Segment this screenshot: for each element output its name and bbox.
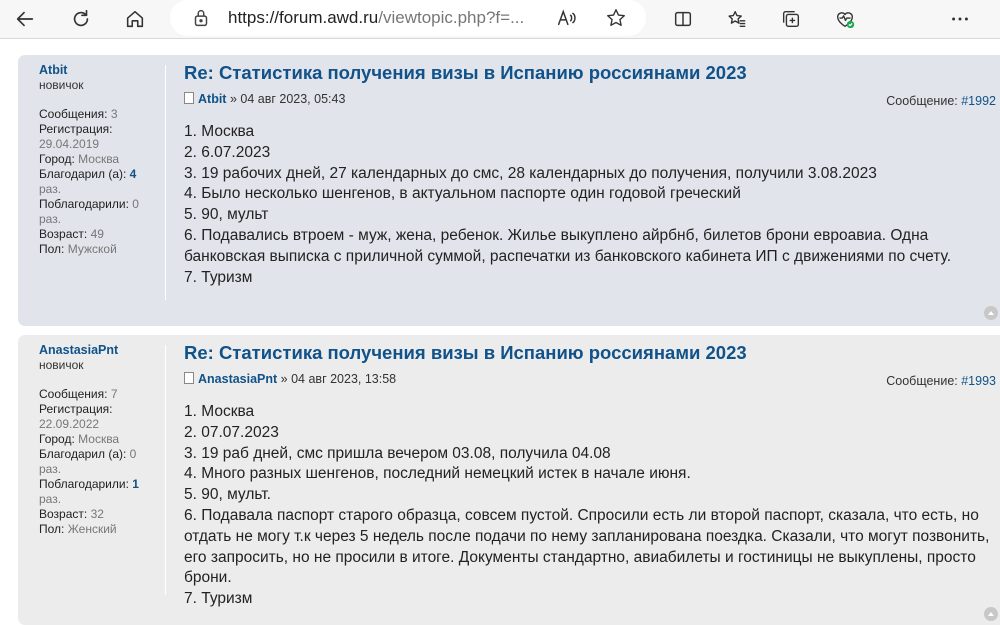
stat-value: 0 bbox=[129, 447, 137, 461]
address-bar[interactable]: https://forum.awd.ru/viewtopic.php?f=... bbox=[170, 0, 646, 36]
content-line: 3. 19 раб дней, смс пришла вечером 03.08… bbox=[184, 444, 611, 462]
post-meta: Atbit » 04 авг 2023, 05:43 Сообщение: #1… bbox=[184, 92, 996, 108]
stat-value[interactable]: 3 bbox=[111, 107, 118, 121]
post-document-icon[interactable] bbox=[184, 92, 194, 104]
stat-label: Поблагодарили: bbox=[39, 477, 129, 491]
content-line: 6. Подавались втроем - муж, жена, ребено… bbox=[184, 226, 952, 265]
profile-divider bbox=[165, 65, 166, 300]
back-to-top-icon[interactable] bbox=[984, 306, 998, 320]
stat-value: 32 bbox=[90, 507, 104, 521]
favorites-icon[interactable] bbox=[722, 4, 752, 34]
post-title[interactable]: Re: Статистика получения визы в Испанию … bbox=[184, 62, 996, 84]
post-content: 1. Москва 2. 07.07.2023 3. 19 раб дней, … bbox=[184, 402, 996, 610]
collections-icon[interactable] bbox=[776, 4, 806, 34]
stat-unit: раз. bbox=[39, 182, 62, 196]
message-label: Сообщение: bbox=[886, 374, 962, 388]
username-link[interactable]: Atbit bbox=[39, 63, 165, 78]
post-date: » 04 авг 2023, 13:58 bbox=[277, 372, 397, 386]
stat-value[interactable]: 1 bbox=[132, 477, 139, 491]
message-number: Сообщение: #1992 bbox=[886, 94, 996, 108]
message-number-link[interactable]: #1993 bbox=[961, 374, 996, 388]
post-body: Re: Статистика получения визы в Испанию … bbox=[184, 342, 996, 610]
stat-label: Регистрация: bbox=[39, 122, 113, 136]
back-icon[interactable] bbox=[10, 4, 40, 34]
stat-unit: раз. bbox=[39, 212, 62, 226]
more-icon[interactable] bbox=[945, 4, 975, 34]
message-number: Сообщение: #1993 bbox=[886, 374, 996, 388]
message-label: Сообщение: bbox=[886, 94, 962, 108]
read-aloud-icon[interactable] bbox=[554, 6, 578, 30]
stat-value: Женский bbox=[67, 522, 117, 536]
stat-value: Москва bbox=[78, 432, 120, 446]
stat-label: Благодарил (а): bbox=[39, 167, 127, 181]
post-document-icon[interactable] bbox=[184, 372, 194, 384]
post-body: Re: Статистика получения визы в Испанию … bbox=[184, 62, 996, 288]
stat-label: Благодарил (а): bbox=[39, 447, 127, 461]
post-author-link[interactable]: Atbit bbox=[198, 92, 226, 106]
browser-toolbar: https://forum.awd.ru/viewtopic.php?f=... bbox=[0, 0, 1000, 38]
stat-label: Регистрация: bbox=[39, 402, 113, 416]
content-line: 3. 19 рабочих дней, 27 календарных до см… bbox=[184, 164, 877, 182]
stat-unit: раз. bbox=[39, 462, 62, 476]
profile-divider bbox=[165, 345, 166, 595]
post-meta: AnastasiaPnt » 04 авг 2023, 13:58 Сообще… bbox=[184, 372, 996, 388]
home-icon[interactable] bbox=[120, 4, 150, 34]
back-to-top-icon[interactable] bbox=[984, 607, 998, 621]
stat-value: 22.09.2022 bbox=[39, 417, 100, 431]
content-line: 2. 07.07.2023 bbox=[184, 423, 279, 441]
stat-value: 49 bbox=[90, 227, 104, 241]
post-date: » 04 авг 2023, 05:43 bbox=[226, 92, 346, 106]
stat-label: Поблагодарили: bbox=[39, 197, 129, 211]
user-rank: новичок bbox=[39, 78, 84, 92]
post-title[interactable]: Re: Статистика получения визы в Испанию … bbox=[184, 342, 996, 364]
stat-value: Москва bbox=[78, 152, 120, 166]
post-author-link[interactable]: AnastasiaPnt bbox=[198, 372, 277, 386]
stat-label: Пол: bbox=[39, 522, 65, 536]
content-line: 1. Москва bbox=[184, 123, 255, 140]
toolbar-divider bbox=[0, 38, 1000, 42]
stat-label: Пол: bbox=[39, 242, 65, 256]
stat-label: Сообщения: bbox=[39, 107, 108, 121]
stat-unit: раз. bbox=[39, 492, 62, 506]
post-profile: Atbit новичок Сообщения: 3 Регистрация: … bbox=[39, 63, 165, 257]
url-text[interactable]: https://forum.awd.ru/viewtopic.php?f=... bbox=[228, 8, 524, 28]
stat-label: Город: bbox=[39, 152, 75, 166]
stat-value: Мужской bbox=[67, 242, 117, 256]
favorite-star-icon[interactable] bbox=[604, 6, 628, 30]
content-line: 4. Много разных шенгенов, последний неме… bbox=[184, 465, 691, 483]
content-line: 7. Туризм bbox=[184, 590, 253, 608]
stat-label: Возраст: bbox=[39, 507, 88, 521]
user-rank: новичок bbox=[39, 358, 84, 372]
content-line: 7. Туризм bbox=[184, 268, 253, 286]
post-profile: AnastasiaPnt новичок Сообщения: 7 Регист… bbox=[39, 343, 165, 537]
stat-value: 29.04.2019 bbox=[39, 137, 100, 151]
content-line: 1. Москва bbox=[184, 403, 255, 420]
stat-label: Возраст: bbox=[39, 227, 88, 241]
content-line: 6. Подавала паспорт старого образца, сов… bbox=[184, 506, 990, 587]
lock-icon[interactable] bbox=[190, 7, 212, 29]
content-line: 2. 6.07.2023 bbox=[184, 143, 271, 161]
browser-essentials-icon[interactable] bbox=[830, 4, 860, 34]
refresh-icon[interactable] bbox=[66, 4, 96, 34]
stat-value[interactable]: 7 bbox=[111, 387, 118, 401]
stat-value: 0 bbox=[132, 197, 139, 211]
post-content: 1. Москва 2. 6.07.2023 3. 19 рабочих дне… bbox=[184, 122, 996, 288]
content-line: 4. Было несколько шенгенов, в актуальном… bbox=[184, 185, 741, 203]
stat-label: Сообщения: bbox=[39, 387, 108, 401]
split-screen-icon[interactable] bbox=[668, 4, 698, 34]
username-link[interactable]: AnastasiaPnt bbox=[39, 343, 165, 358]
content-line: 5. 90, мульт. bbox=[184, 486, 271, 504]
message-number-link[interactable]: #1992 bbox=[961, 94, 996, 108]
content-line: 5. 90, мульт bbox=[184, 206, 269, 224]
stat-label: Город: bbox=[39, 432, 75, 446]
forum-post: AnastasiaPnt новичок Сообщения: 7 Регист… bbox=[18, 335, 1000, 625]
forum-post: Atbit новичок Сообщения: 3 Регистрация: … bbox=[18, 55, 1000, 326]
stat-value[interactable]: 4 bbox=[130, 167, 137, 181]
